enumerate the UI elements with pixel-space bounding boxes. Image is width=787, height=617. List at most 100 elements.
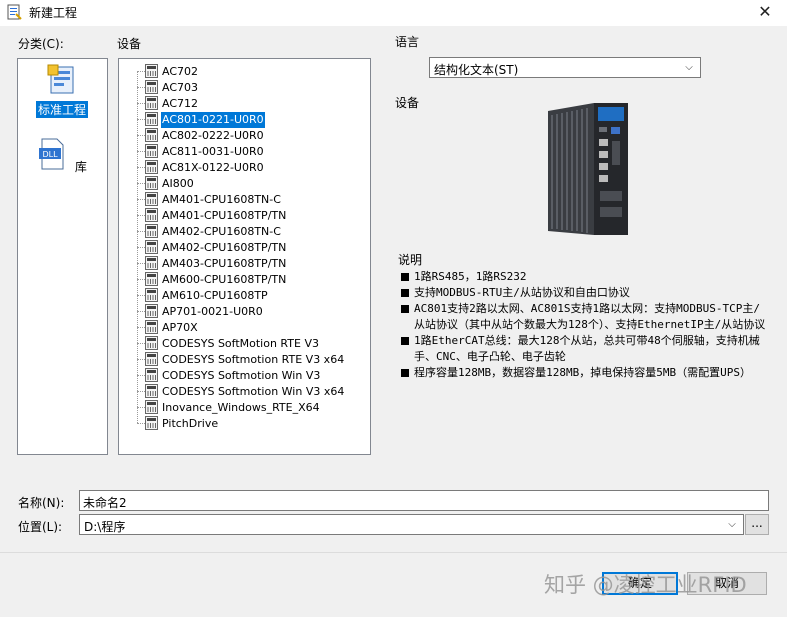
device-tree-item[interactable]: AM403-CPU1608TP/TN — [131, 255, 370, 271]
standard-project-icon — [47, 64, 74, 94]
dll-library-icon: DLL — [39, 138, 64, 170]
browse-button-label: ... — [751, 516, 763, 530]
device-tree-item[interactable]: AC703 — [131, 79, 370, 95]
new-project-icon — [7, 4, 22, 20]
device-tree-item[interactable]: AM600-CPU1608TP/TN — [131, 271, 370, 287]
device-tree-item[interactable]: AC81X-0122-U0R0 — [131, 159, 370, 175]
device-tree-item-label: AC81X-0122-U0R0 — [162, 161, 264, 174]
description-bullet: 支持MODBUS-RTU主/从站协议和自由口协议 — [398, 285, 770, 301]
device-tree-item-label: AC802-0222-U0R0 — [162, 129, 264, 142]
bullet-square-icon — [401, 289, 409, 297]
device-tree-item[interactable]: AI800 — [131, 175, 370, 191]
device-tree-item-label: AM600-CPU1608TP/TN — [162, 273, 287, 286]
device-tree-item[interactable]: AM402-CPU1608TN-C — [131, 223, 370, 239]
device-icon — [145, 384, 158, 398]
location-label: 位置(L): — [18, 520, 63, 534]
device-tree-item-label: AM610-CPU1608TP — [162, 289, 268, 302]
description-bullet: 1路EtherCAT总线：最大128个从站，总共可带48个伺服轴，支持机械手、C… — [398, 333, 770, 365]
name-label: 名称(N): — [18, 496, 65, 510]
device-icon — [145, 80, 158, 94]
device-tree-item-label: AM402-CPU1608TP/TN — [162, 241, 287, 254]
device-tree-item-label: AP70X — [162, 321, 198, 334]
device-icon — [145, 96, 158, 110]
category-standard-project[interactable]: 标准工程 — [27, 63, 97, 118]
device-tree-item-label: AC811-0031-U0R0 — [162, 145, 264, 158]
device-tree-item[interactable]: AM610-CPU1608TP — [131, 287, 370, 303]
location-select[interactable]: D:\程序 ⌵ — [79, 514, 744, 535]
project-name-value: 未命名2 — [83, 496, 127, 510]
bullet-square-icon — [401, 305, 409, 313]
device-tree-item[interactable]: AP701-0021-U0R0 — [131, 303, 370, 319]
device-tree-item-label: AI800 — [162, 177, 194, 190]
device-tree-item[interactable]: AC712 — [131, 95, 370, 111]
category-label: 分类(C): — [18, 37, 64, 51]
device-tree-item[interactable]: AP70X — [131, 319, 370, 335]
title-bar: 新建工程 ✕ — [0, 0, 787, 26]
device-tree-item[interactable]: AM401-CPU1608TN-C — [131, 191, 370, 207]
device-icon — [145, 224, 158, 238]
device-tree-item[interactable]: AM401-CPU1608TP/TN — [131, 207, 370, 223]
device-tree-item[interactable]: AM402-CPU1608TP/TN — [131, 239, 370, 255]
device-icon — [145, 144, 158, 158]
device-list-label: 设备 — [117, 37, 142, 51]
device-icon — [145, 176, 158, 190]
device-icon — [145, 192, 158, 206]
chevron-down-icon: ⌵ — [685, 62, 693, 73]
browse-button[interactable]: ... — [745, 514, 769, 535]
device-tree-item[interactable]: AC802-0222-U0R0 — [131, 127, 370, 143]
device-tree-item-label: AC801-0221-U0R0 — [160, 111, 266, 129]
category-standard-project-label: 标准工程 — [35, 101, 88, 118]
device-tree-item[interactable]: CODESYS SoftMotion RTE V3 — [131, 335, 370, 351]
device-tree-item-label: AM401-CPU1608TN-C — [162, 193, 281, 206]
device-tree-item-label: CODESYS Softmotion Win V3 x64 — [162, 385, 345, 398]
device-tree-item[interactable]: CODESYS Softmotion Win V3 x64 — [131, 383, 370, 399]
close-button[interactable]: ✕ — [743, 0, 787, 24]
bullet-square-icon — [401, 273, 409, 281]
description-heading: 说明 — [398, 253, 423, 267]
device-tree-item-label: Inovance_Windows_RTE_X64 — [162, 401, 320, 414]
window-title: 新建工程 — [29, 6, 78, 20]
device-tree-item[interactable]: AC801-0221-U0R0 — [131, 111, 370, 129]
device-tree-item-label: AP701-0021-U0R0 — [162, 305, 263, 318]
device-tree[interactable]: AC702 AC703 AC712 AC801-0221-U0R0 AC802-0222… — [118, 58, 371, 455]
device-tree-item-label: AC712 — [162, 97, 199, 110]
device-tree-item[interactable]: PitchDrive — [131, 415, 370, 431]
project-name-input[interactable]: 未命名2 — [79, 490, 769, 511]
device-description: 说明 1路RS485，1路RS232 支持MODBUS-RTU主/从站协议和自由… — [398, 252, 770, 381]
device-tree-item-label: AM403-CPU1608TP/TN — [162, 257, 287, 270]
device-tree-item-label: AC703 — [162, 81, 199, 94]
category-list[interactable]: 标准工程 DLL 库 — [17, 58, 108, 455]
device-tree-item-label: CODESYS Softmotion RTE V3 x64 — [162, 353, 345, 366]
chevron-down-icon: ⌵ — [728, 519, 736, 530]
device-icon — [145, 128, 158, 142]
device-tree-item[interactable]: Inovance_Windows_RTE_X64 — [131, 399, 370, 415]
device-icon — [145, 368, 158, 382]
device-tree-item-label: AM402-CPU1608TN-C — [162, 225, 281, 238]
description-bullet-text: 程序容量128MB，数据容量128MB，掉电保持容量5MB（需配置UPS） — [414, 366, 751, 379]
device-icon — [145, 272, 158, 286]
device-tree-item-label: CODESYS SoftMotion RTE V3 — [162, 337, 319, 350]
device-photo — [548, 103, 628, 235]
device-tree-item[interactable]: CODESYS Softmotion RTE V3 x64 — [131, 351, 370, 367]
device-tree-item[interactable]: AC811-0031-U0R0 — [131, 143, 370, 159]
language-select[interactable]: 结构化文本(ST) ⌵ — [429, 57, 701, 78]
device-tree-item[interactable]: AC702 — [131, 63, 370, 79]
description-bullet: 1路RS485，1路RS232 — [398, 269, 770, 285]
device-tree-item-label: PitchDrive — [162, 417, 219, 430]
device-tree-item[interactable]: CODESYS Softmotion Win V3 — [131, 367, 370, 383]
device-icon — [145, 416, 158, 430]
category-library[interactable]: DLL 库 — [27, 137, 97, 175]
device-icon — [145, 400, 158, 414]
location-value: D:\程序 — [84, 520, 126, 534]
close-icon: ✕ — [758, 2, 772, 21]
device-icon — [145, 304, 158, 318]
description-bullet-text: 1路EtherCAT总线：最大128个从站，总共可带48个伺服轴，支持机械手、C… — [414, 334, 760, 363]
device-icon — [145, 240, 158, 254]
device-icon — [145, 336, 158, 350]
device-tree-item-label: AM401-CPU1608TP/TN — [162, 209, 287, 222]
watermark: 知乎 @凌控工业RFID — [544, 573, 747, 597]
device-icon — [145, 208, 158, 222]
description-bullet-text: 1路RS485，1路RS232 — [414, 270, 527, 283]
device-icon — [145, 256, 158, 270]
dll-icon-text: DLL — [43, 150, 59, 159]
